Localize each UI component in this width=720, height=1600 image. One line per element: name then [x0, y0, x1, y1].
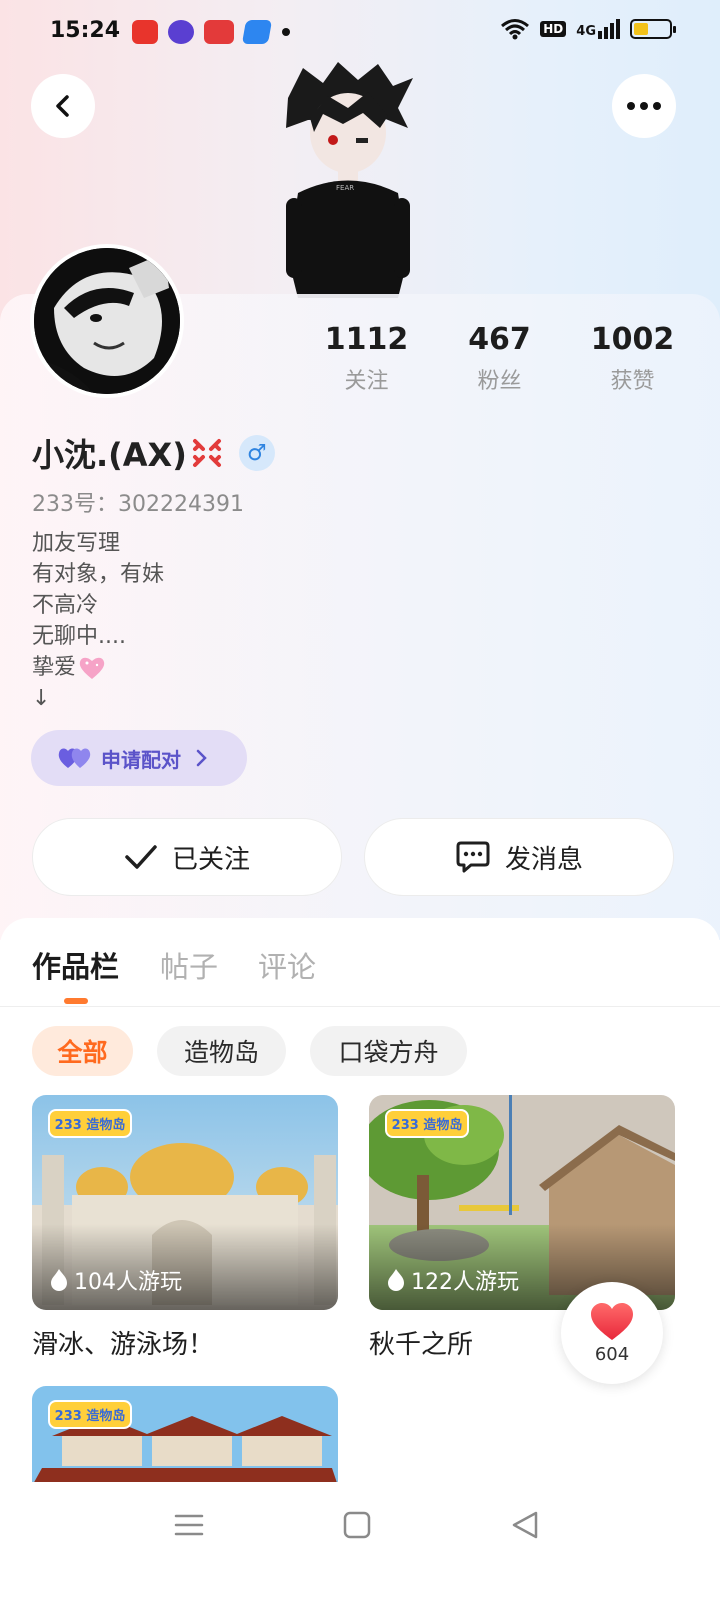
- filter-chip-creation-island[interactable]: 造物岛: [157, 1026, 286, 1076]
- stat-label: 获赞: [610, 369, 655, 394]
- bio-line: 有对象，有妹: [32, 562, 165, 587]
- work-title: 滑冰、游泳场！: [32, 1330, 215, 1360]
- tab-posts[interactable]: 帖子: [160, 944, 218, 986]
- bio-line-with-heart: 挚爱: [32, 652, 164, 683]
- wifi-icon: [501, 19, 530, 40]
- checkmark-icon: [125, 845, 157, 869]
- more-button[interactable]: [612, 74, 676, 138]
- stat-label: 粉丝: [477, 369, 522, 394]
- work-thumbnail: 233 造物岛 104人游玩: [32, 1095, 338, 1310]
- request-pair-button[interactable]: 申请配对: [31, 730, 247, 786]
- sparkling-heart-icon: [79, 657, 105, 679]
- like-count: 604: [594, 1343, 630, 1365]
- browser-app-icon: [168, 20, 194, 44]
- heart-icon: [591, 1302, 633, 1340]
- tab-works[interactable]: 作品栏: [32, 944, 119, 986]
- more-dots-icon: [627, 102, 661, 110]
- creation-island-badge: 233 造物岛: [48, 1400, 132, 1429]
- filter-chip-pocket-ark[interactable]: 口袋方舟: [310, 1026, 467, 1076]
- work-card[interactable]: 233 造物岛 104人游玩 滑冰、游泳场！: [32, 1095, 338, 1361]
- stat-value: 467: [468, 322, 531, 357]
- battery-icon: [630, 19, 676, 39]
- work-card[interactable]: 233 造物岛: [32, 1386, 338, 1486]
- video-app-icon: [132, 20, 158, 44]
- stat-followers[interactable]: 467 粉丝: [433, 322, 566, 395]
- tabs-divider: [0, 1006, 720, 1007]
- bio-line: 无聊中....: [32, 624, 126, 649]
- notification-dot: [282, 28, 290, 36]
- play-count: 104人游玩: [50, 1264, 182, 1296]
- male-gender-icon: ♂: [238, 435, 275, 471]
- chevron-left-icon: [56, 95, 69, 117]
- bio-line: 挚爱: [32, 655, 77, 680]
- character-avatar-figure: FEAR: [286, 62, 413, 298]
- back-button[interactable]: [31, 74, 95, 138]
- 4g-signal-icon: 4G: [576, 19, 620, 39]
- like-button[interactable]: 604: [561, 1282, 663, 1384]
- followed-button[interactable]: 已关注: [32, 818, 342, 896]
- stat-value: 1112: [324, 322, 409, 357]
- status-bar: 15:24 HD 4G: [0, 0, 720, 64]
- hd-icon: HD: [540, 21, 567, 37]
- play-count-text: 104人游玩: [74, 1270, 182, 1295]
- status-app-icons: [132, 20, 273, 44]
- message-button-label: 发消息: [504, 844, 583, 875]
- stat-value: 1002: [590, 322, 675, 357]
- double-heart-icon: [58, 748, 91, 768]
- bio: 加友写理 有对象，有妹 不高冷 无聊中.... 挚爱 ↓: [32, 528, 164, 714]
- bio-line: ↓: [32, 686, 51, 711]
- play-count: 122人游玩: [387, 1264, 519, 1296]
- follow-button-label: 已关注: [171, 844, 250, 875]
- status-indicators: HD 4G: [500, 18, 676, 40]
- flame-icon: [388, 1269, 404, 1291]
- news-app-icon: [204, 20, 234, 44]
- send-message-button[interactable]: 发消息: [364, 818, 674, 896]
- tab-comments[interactable]: 评论: [258, 944, 316, 986]
- avatar[interactable]: [30, 244, 184, 398]
- creation-island-badge: 233 造物岛: [48, 1109, 132, 1138]
- svg-text:FEAR: FEAR: [336, 184, 354, 192]
- pair-button-label: 申请配对: [101, 747, 181, 772]
- status-time: 15:24: [50, 18, 121, 43]
- profile-stats: 1112 关注 467 粉丝 1002 获赞: [300, 322, 700, 395]
- active-tab-indicator: [64, 998, 88, 1004]
- back-triangle-icon[interactable]: [508, 1508, 542, 1542]
- anger-emoji-icon: [192, 439, 221, 467]
- stat-likes[interactable]: 1002 获赞: [566, 322, 699, 395]
- stat-label: 关注: [344, 369, 389, 394]
- name-row: 小沈.(AX) ♂: [32, 430, 275, 476]
- work-thumbnail: 233 造物岛 122人游玩: [369, 1095, 675, 1310]
- home-square-icon[interactable]: [340, 1508, 374, 1542]
- creation-island-badge: 233 造物岛: [385, 1109, 469, 1138]
- stat-following[interactable]: 1112 关注: [300, 322, 433, 395]
- play-count-text: 122人游玩: [411, 1270, 519, 1295]
- user-id: 233号：302224391: [32, 492, 244, 517]
- store-app-icon: [241, 20, 273, 44]
- flame-icon: [51, 1269, 67, 1291]
- work-thumbnail: 233 造物岛: [32, 1386, 338, 1486]
- avatar-image: [34, 248, 180, 394]
- nickname: 小沈.(AX): [32, 436, 187, 474]
- chat-bubble-icon: [456, 841, 490, 873]
- bio-line: 加友写理: [32, 531, 121, 556]
- filter-chip-all[interactable]: 全部: [32, 1026, 133, 1076]
- bio-line: 不高冷: [32, 593, 99, 618]
- chevron-right-icon: [196, 749, 207, 767]
- menu-icon[interactable]: [172, 1508, 206, 1542]
